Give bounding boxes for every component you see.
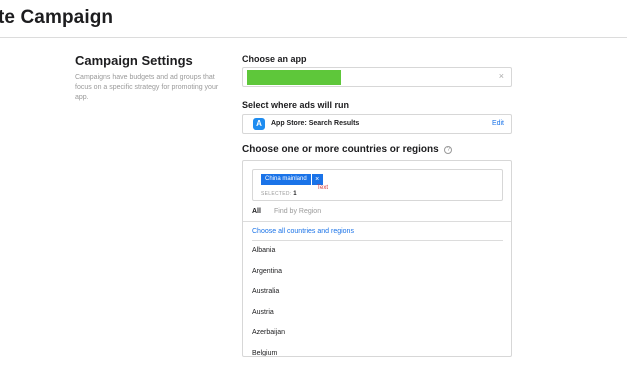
choose-all-countries-link[interactable]: Choose all countries and regions: [252, 227, 503, 241]
edit-placement-link[interactable]: Edit: [492, 120, 504, 127]
country-tag-label: China mainland: [261, 174, 311, 185]
tab-all[interactable]: All: [252, 208, 261, 215]
list-item[interactable]: Azerbaijan: [252, 323, 503, 344]
selected-app-chip: [247, 70, 341, 85]
list-item[interactable]: Argentina: [252, 262, 503, 283]
app-store-icon: A: [253, 118, 265, 130]
page-title: te Campaign: [0, 7, 114, 28]
tab-find-by-region[interactable]: Find by Region: [274, 208, 321, 215]
tag-note: Text: [317, 185, 329, 191]
info-icon[interactable]: ?: [444, 146, 453, 154]
clear-icon[interactable]: ×: [499, 71, 504, 81]
choose-app-label: Choose an app: [242, 54, 307, 64]
remove-tag-icon[interactable]: ×: [311, 174, 323, 185]
country-list: Choose all countries and regions Albania…: [252, 227, 503, 356]
selected-count: SELECTED: 1: [261, 191, 297, 197]
countries-label-row: Choose one or more countries or regions …: [242, 144, 453, 155]
header-divider: [0, 37, 627, 38]
ad-placement-field: A App Store: Search Results Edit: [242, 114, 512, 134]
campaign-settings-description: Campaigns have budgets and ad groups tha…: [75, 74, 219, 101]
country-tag: China mainland ×: [261, 174, 323, 185]
campaign-settings-title: Campaign Settings: [75, 53, 193, 68]
list-item[interactable]: Austria: [252, 303, 503, 324]
selected-countries-box[interactable]: China mainland × Text SELECTED: 1: [252, 169, 503, 201]
app-select-field[interactable]: ×: [242, 67, 512, 87]
countries-label: Choose one or more countries or regions: [242, 144, 439, 155]
selected-count-prefix: SELECTED:: [261, 191, 292, 197]
list-item[interactable]: Albania: [252, 241, 503, 262]
ad-placement-value: App Store: Search Results: [271, 120, 360, 127]
selected-count-value: 1: [293, 191, 297, 197]
countries-panel: China mainland × Text SELECTED: 1 All Fi…: [242, 160, 512, 357]
tabs-divider: [243, 221, 511, 222]
ad-placement-label: Select where ads will run: [242, 100, 350, 110]
list-item[interactable]: Belgium: [252, 344, 503, 356]
list-item[interactable]: Australia: [252, 282, 503, 303]
